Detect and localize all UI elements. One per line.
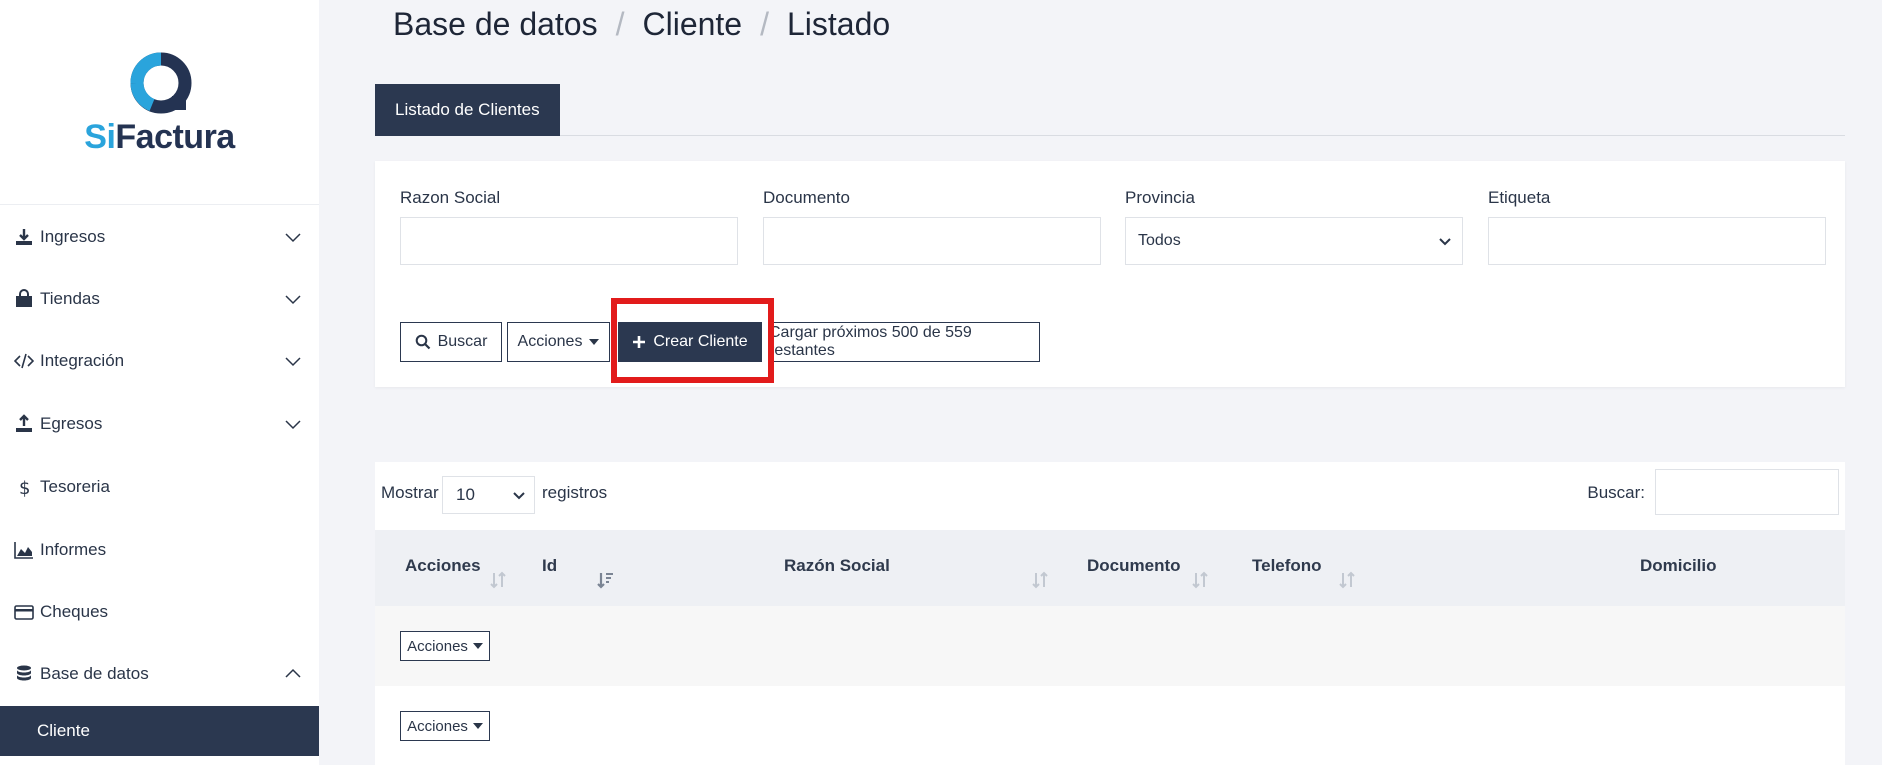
sort-icon — [1032, 571, 1048, 589]
create-client-label: Crear Cliente — [653, 333, 748, 350]
column-header-telefono[interactable]: Telefono — [1252, 556, 1322, 576]
sidebar-item-label: Cheques — [40, 602, 109, 621]
column-header-acciones[interactable]: Acciones — [405, 556, 481, 576]
table-row: Acciones — [375, 606, 1845, 686]
search-icon — [415, 334, 430, 350]
table-header: Acciones Id Razón Social Documento Telef… — [375, 530, 1845, 606]
records-label: registros — [542, 483, 608, 502]
sidebar-item-label: Integración — [40, 351, 125, 370]
sort-desc-icon — [597, 573, 613, 589]
clients-table-panel: Mostrar 10 registros Buscar: Acciones Id… — [375, 462, 1845, 765]
table-row: Acciones — [375, 686, 1845, 765]
column-header-domicilio[interactable]: Domicilio — [1640, 556, 1717, 576]
logo-factura-text: Factura — [115, 118, 235, 156]
sidebar-item-base-de-datos[interactable]: Base de datos — [0, 646, 319, 702]
razon-social-label: Razon Social — [400, 188, 501, 207]
row-actions-button[interactable]: Acciones — [400, 631, 490, 661]
chevron-down-icon — [285, 357, 301, 367]
row-actions-label: Acciones — [407, 637, 468, 655]
show-label: Mostrar — [381, 483, 439, 502]
provincia-selected-value: Todos — [1138, 232, 1181, 249]
sidebar-item-label: Base de datos — [40, 664, 149, 683]
database-icon — [17, 665, 31, 681]
sidebar-item-label: Egresos — [40, 414, 103, 433]
chevron-up-icon — [285, 668, 301, 678]
etiqueta-label: Etiqueta — [1488, 188, 1551, 207]
sidebar-item-label: Ingresos — [40, 227, 106, 246]
actions-button-label: Acciones — [517, 333, 583, 350]
plus-icon — [633, 336, 646, 348]
sidebar-item-label: Tiendas — [40, 289, 100, 308]
sidebar-item-tesoreria[interactable]: $ Tesoreria — [0, 459, 319, 515]
actions-dropdown-button[interactable]: Acciones — [507, 322, 610, 362]
sidebar-subitem-label: Cliente — [37, 721, 90, 740]
search-button-label: Buscar — [437, 333, 488, 350]
page-size-select[interactable]: 10 — [442, 476, 535, 514]
documento-input[interactable] — [763, 217, 1101, 265]
breadcrumb-item-current: Listado — [786, 6, 891, 42]
chevron-down-icon — [285, 420, 301, 430]
sidebar-subitem-cliente[interactable]: Cliente — [0, 706, 319, 756]
table-search-input[interactable] — [1655, 469, 1839, 515]
breadcrumb-item[interactable]: Cliente — [642, 6, 742, 43]
shopping-bag-icon — [16, 289, 32, 307]
svg-text:$: $ — [19, 478, 30, 497]
chevron-down-icon — [513, 492, 525, 500]
tab-bar: Listado de Clientes — [375, 84, 1845, 136]
row-actions-button[interactable]: Acciones — [400, 711, 490, 741]
column-header-documento[interactable]: Documento — [1087, 556, 1181, 576]
tab-listado-clientes[interactable]: Listado de Clientes — [375, 84, 560, 136]
column-header-razon-social[interactable]: Razón Social — [784, 556, 890, 576]
sidebar-item-integracion[interactable]: Integración — [0, 333, 319, 389]
provincia-label: Provincia — [1125, 188, 1195, 207]
provincia-select[interactable]: Todos — [1125, 217, 1463, 265]
row-actions-label: Acciones — [407, 717, 468, 735]
download-icon — [16, 229, 32, 245]
credit-card-icon — [14, 605, 34, 620]
logo-mark-icon — [130, 52, 192, 114]
sidebar-item-informes[interactable]: Informes — [0, 522, 319, 578]
sidebar: SiFactura Ingresos Tiendas Integración E… — [0, 0, 319, 765]
code-icon — [14, 353, 34, 369]
sidebar-item-label: Tesoreria — [40, 477, 110, 496]
load-more-label: Cargar próximos 500 de 559 restantes — [769, 324, 972, 359]
chevron-down-icon — [1439, 238, 1451, 246]
sort-icon — [1192, 571, 1208, 589]
dollar-icon: $ — [19, 478, 30, 497]
sidebar-item-tiendas[interactable]: Tiendas — [0, 271, 319, 327]
documento-label: Documento — [763, 188, 850, 207]
caret-down-icon — [472, 643, 483, 649]
chevron-down-icon — [285, 233, 301, 243]
caret-down-icon — [472, 723, 483, 729]
upload-icon — [16, 414, 32, 432]
logo-wordmark: SiFactura — [0, 118, 319, 157]
breadcrumb: Base de datos / Cliente / Listado — [393, 6, 890, 43]
column-header-id[interactable]: Id — [542, 556, 557, 576]
sidebar-item-ingresos[interactable]: Ingresos — [0, 209, 319, 265]
logo: SiFactura — [0, 0, 319, 205]
breadcrumb-item[interactable]: Base de datos — [393, 6, 598, 43]
caret-down-icon — [589, 339, 600, 345]
etiqueta-input[interactable] — [1488, 217, 1826, 265]
breadcrumb-separator: / — [760, 6, 769, 42]
razon-social-input[interactable] — [400, 217, 738, 265]
sort-icon — [490, 571, 506, 589]
sidebar-item-egresos[interactable]: Egresos — [0, 396, 319, 452]
sidebar-item-label: Informes — [40, 540, 107, 559]
logo-si-text: Si — [84, 118, 116, 156]
sort-icon — [1339, 571, 1355, 589]
create-client-button[interactable]: Crear Cliente — [618, 322, 762, 362]
page-size-value: 10 — [456, 485, 475, 504]
area-chart-icon — [14, 542, 33, 559]
load-more-button[interactable]: Cargar próximos 500 de 559 restantes — [768, 322, 1040, 362]
table-search-label: Buscar: — [1587, 483, 1645, 502]
sidebar-item-cheques[interactable]: Cheques — [0, 584, 319, 640]
breadcrumb-separator: / — [615, 6, 625, 42]
search-button[interactable]: Buscar — [400, 322, 502, 362]
chevron-down-icon — [285, 295, 301, 305]
filter-panel: Razon Social Documento Provincia Todos E… — [375, 161, 1845, 387]
